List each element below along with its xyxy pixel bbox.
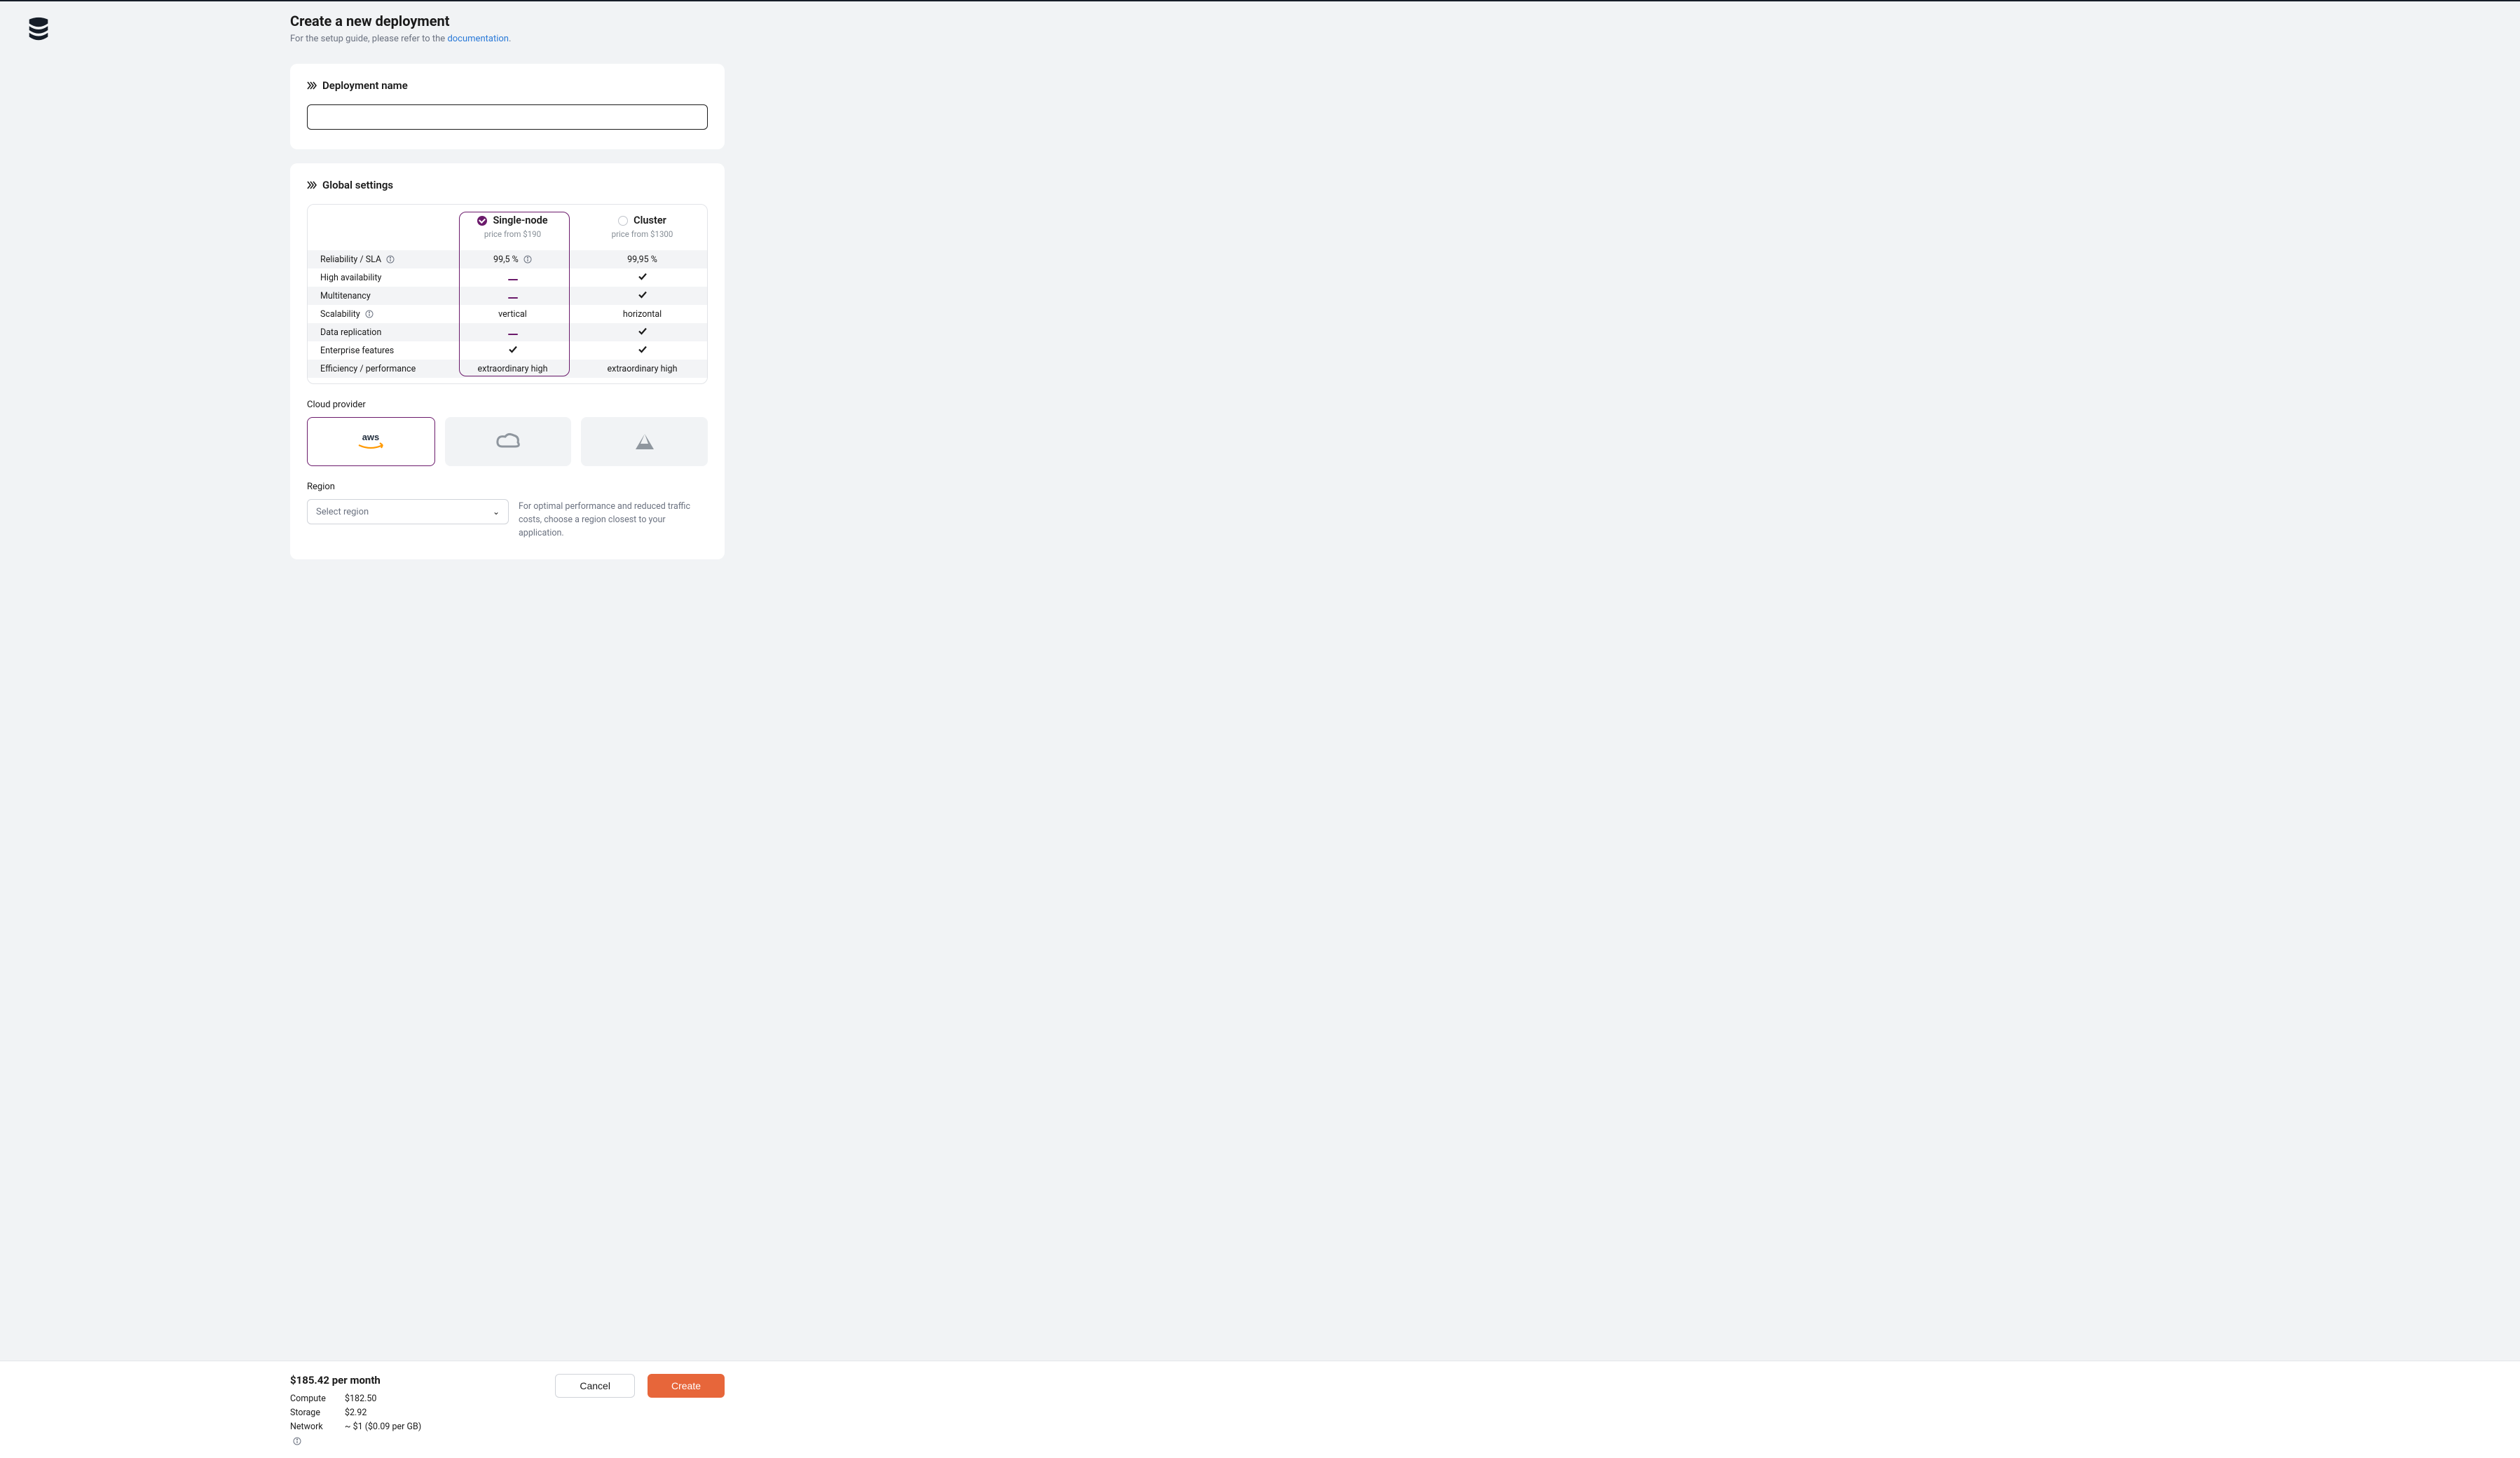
cloud-provider-label: Cloud provider xyxy=(307,400,708,410)
feature-value-cluster xyxy=(577,271,707,285)
radio-unchecked-icon xyxy=(618,216,628,226)
dash-icon xyxy=(508,334,518,335)
info-icon xyxy=(293,1437,301,1445)
check-icon xyxy=(507,347,519,357)
deployment-name-input[interactable] xyxy=(307,104,708,130)
feature-row: Multitenancy xyxy=(308,287,707,305)
plan-single-node[interactable]: Single-node price from $190 xyxy=(455,214,570,239)
feature-value-single xyxy=(448,327,577,338)
feature-value-cluster: 99,95 % xyxy=(577,254,707,265)
feature-row: Scalability verticalhorizontal xyxy=(308,305,707,323)
feature-label: Scalability xyxy=(308,309,448,320)
plan-comparison-table: Single-node price from $190 Cluster pric… xyxy=(307,204,708,384)
section-title: Global settings xyxy=(322,179,393,191)
feature-label: Efficiency / performance xyxy=(308,364,448,374)
feature-value-cluster: extraordinary high xyxy=(577,364,707,374)
check-icon xyxy=(637,274,648,285)
price-line: Storage$2.92 xyxy=(290,1406,421,1420)
logo-icon xyxy=(25,15,52,46)
check-icon xyxy=(637,292,648,303)
provider-azure[interactable] xyxy=(581,417,708,466)
chevron-down-icon: ⌄ xyxy=(493,507,500,517)
feature-label: Enterprise features xyxy=(308,346,448,356)
region-select[interactable]: Select region ⌄ xyxy=(307,499,509,524)
section-title: Deployment name xyxy=(322,79,408,92)
feature-value-single: 99,5 % xyxy=(448,254,577,265)
chevrons-icon xyxy=(307,81,317,90)
feature-value-single: extraordinary high xyxy=(448,364,577,374)
feature-label: High availability xyxy=(308,273,448,283)
feature-row: Reliability / SLA 99,5 % 99,95 % xyxy=(308,250,707,268)
deployment-name-card: Deployment name xyxy=(290,64,725,149)
info-icon xyxy=(365,310,374,318)
create-button[interactable]: Create xyxy=(648,1374,725,1398)
feature-value-single xyxy=(448,291,577,301)
feature-value-cluster xyxy=(577,325,707,339)
provider-aws[interactable]: aws xyxy=(307,417,435,466)
region-hint: For optimal performance and reduced traf… xyxy=(519,499,708,540)
region-label: Region xyxy=(307,482,708,492)
info-icon xyxy=(386,255,395,264)
documentation-link[interactable]: documentation xyxy=(447,34,509,44)
check-icon xyxy=(637,329,648,339)
feature-value-cluster: horizontal xyxy=(577,309,707,320)
feature-row: High availability xyxy=(308,268,707,287)
feature-row: Efficiency / performanceextraordinary hi… xyxy=(308,360,707,378)
plan-cluster[interactable]: Cluster price from $1300 xyxy=(584,214,700,239)
price-line: Network ~ $1 ($0.09 per GB) xyxy=(290,1420,421,1448)
dash-icon xyxy=(508,279,518,280)
info-icon xyxy=(523,255,532,264)
check-icon xyxy=(637,347,648,357)
global-settings-card: Global settings Single-node price from $… xyxy=(290,163,725,559)
feature-value-single: vertical xyxy=(448,309,577,320)
dash-icon xyxy=(508,297,518,299)
feature-label: Multitenancy xyxy=(308,291,448,301)
feature-label: Data replication xyxy=(308,327,448,338)
price-total: $185.42 per month xyxy=(290,1374,421,1387)
feature-value-single xyxy=(448,343,577,357)
provider-gcp[interactable] xyxy=(445,417,572,466)
feature-label: Reliability / SLA xyxy=(308,254,448,265)
feature-row: Enterprise features xyxy=(308,341,707,360)
cancel-button[interactable]: Cancel xyxy=(555,1374,635,1398)
radio-checked-icon xyxy=(477,216,487,226)
feature-row: Data replication xyxy=(308,323,707,341)
price-line: Compute$182.50 xyxy=(290,1392,421,1406)
page-title: Create a new deployment xyxy=(290,13,725,29)
chevrons-icon xyxy=(307,180,317,190)
feature-value-cluster xyxy=(577,343,707,357)
feature-value-cluster xyxy=(577,289,707,303)
feature-value-single xyxy=(448,273,577,283)
pricing-footer: $185.42 per month Compute$182.50Storage$… xyxy=(0,1361,2520,1458)
svg-text:aws: aws xyxy=(362,432,380,442)
page-subtitle: For the setup guide, please refer to the… xyxy=(290,34,725,44)
